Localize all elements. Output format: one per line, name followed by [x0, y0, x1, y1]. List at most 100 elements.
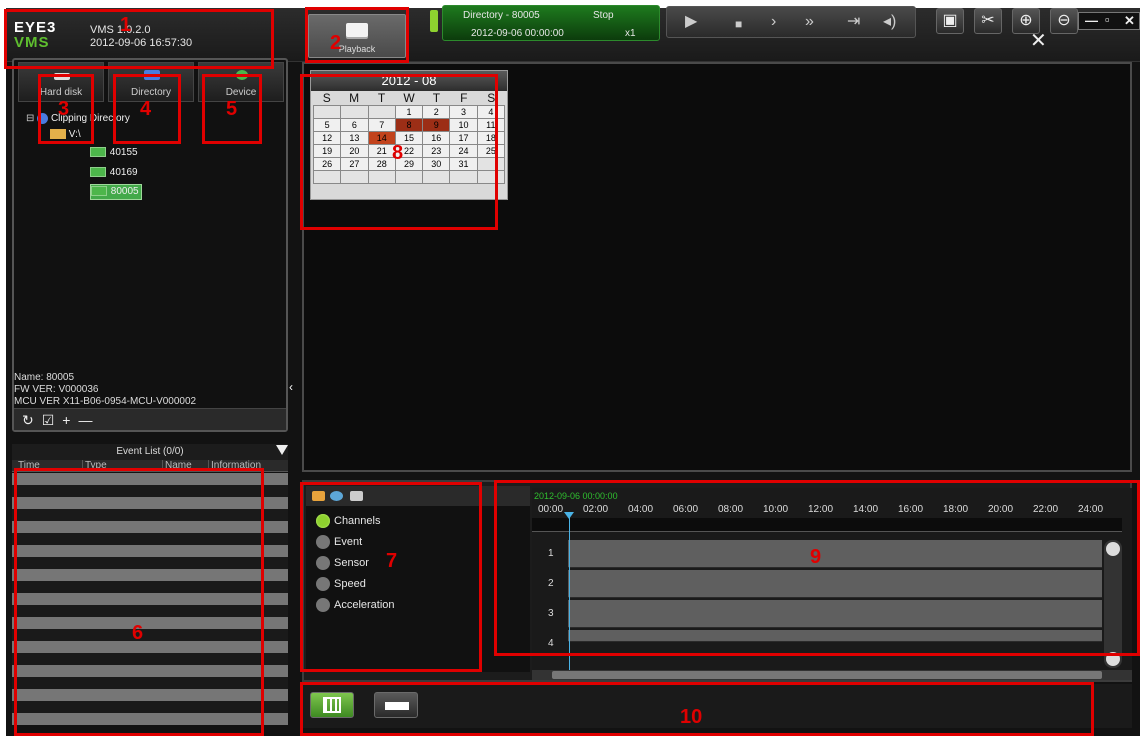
- timeline-track[interactable]: [568, 540, 1102, 568]
- skip-end-icon[interactable]: ⇥: [847, 13, 860, 31]
- timeline-cursor[interactable]: [569, 514, 570, 674]
- filter-speed[interactable]: Speed: [316, 577, 366, 592]
- filter-acceleration[interactable]: Acceleration: [316, 598, 395, 613]
- tree-device[interactable]: 40169: [90, 166, 138, 180]
- calendar-day[interactable]: 19: [314, 145, 342, 158]
- playback-tab[interactable]: Playback: [308, 14, 406, 58]
- filter-event[interactable]: Event: [316, 535, 362, 550]
- timeline-tick-label: 20:00: [988, 504, 1014, 515]
- calendar-day[interactable]: 9: [423, 119, 451, 132]
- tab-device[interactable]: Device: [198, 62, 284, 102]
- channel-tab-icon[interactable]: [312, 491, 325, 501]
- calendar-day[interactable]: 8: [395, 119, 424, 132]
- tree-device[interactable]: 40155: [90, 146, 138, 160]
- calendar-day[interactable]: 4: [477, 106, 505, 119]
- tab-device-label: Device: [225, 87, 257, 98]
- calendar-day[interactable]: 17: [450, 132, 478, 145]
- calendar-empty-cell: [314, 171, 342, 184]
- collapse-icon[interactable]: ⊟: [26, 113, 34, 124]
- refresh-icon[interactable]: ↻: [22, 412, 42, 428]
- add-icon[interactable]: +: [62, 412, 78, 428]
- horizontal-scrollbar[interactable]: [532, 670, 1132, 680]
- timeline-track[interactable]: [568, 570, 1102, 598]
- minimize-icon[interactable]: —: [1085, 13, 1098, 28]
- zoom-in-button[interactable]: ⊕: [1012, 8, 1040, 34]
- scroll-thumb[interactable]: [552, 671, 1102, 679]
- calendar-day[interactable]: 11: [477, 119, 505, 132]
- vertical-scrollbar[interactable]: [1104, 540, 1122, 668]
- calendar-day[interactable]: 27: [341, 158, 369, 171]
- status-indicator: [430, 10, 438, 32]
- calendar-day[interactable]: 18: [477, 132, 505, 145]
- calendar-day[interactable]: 1: [395, 106, 424, 119]
- panel-collapse-icon[interactable]: ‹: [289, 380, 293, 394]
- column-name[interactable]: Name: [162, 460, 192, 472]
- calendar-day[interactable]: 12: [314, 132, 342, 145]
- calendar-day[interactable]: 16: [423, 132, 451, 145]
- event-list-title: Event List (0/0): [12, 444, 288, 460]
- tree-drive[interactable]: V:\: [50, 128, 81, 142]
- film-button[interactable]: [374, 692, 418, 718]
- check-icon[interactable]: ☑: [42, 412, 63, 428]
- filter-label: Channels: [334, 515, 381, 527]
- scroll-down-icon[interactable]: [1106, 652, 1120, 666]
- timeline-tick-label: 08:00: [718, 504, 744, 515]
- tree-toolbar: ↻☑+—: [14, 408, 286, 430]
- stop-icon[interactable]: ■: [735, 15, 742, 33]
- calendar-day[interactable]: 20: [341, 145, 369, 158]
- calendar-day[interactable]: 30: [423, 158, 451, 171]
- timeline-date: 2012-09-06 00:00:00: [534, 491, 618, 501]
- calendar-button[interactable]: [310, 692, 354, 718]
- calendar-day[interactable]: 2: [423, 106, 451, 119]
- volume-icon[interactable]: ◂): [883, 13, 896, 31]
- annotation-number: 4: [140, 98, 152, 120]
- calendar-day[interactable]: 5: [314, 119, 342, 132]
- calendar-day[interactable]: 26: [314, 158, 342, 171]
- column-type[interactable]: Type: [82, 460, 107, 472]
- filter-icon[interactable]: [276, 445, 288, 455]
- close-icon[interactable]: ✕: [1124, 13, 1135, 29]
- tree-device-selected[interactable]: 80005: [90, 184, 142, 200]
- calendar-day[interactable]: 23: [423, 145, 451, 158]
- play-icon[interactable]: ▶: [685, 13, 697, 31]
- tree-root[interactable]: ⊟ Clipping Directory: [26, 112, 130, 126]
- calendar-day[interactable]: 24: [450, 145, 478, 158]
- calendar-day[interactable]: 10: [450, 119, 478, 132]
- remove-icon[interactable]: —: [78, 412, 100, 428]
- column-information[interactable]: Information: [208, 460, 261, 472]
- timeline-ruler[interactable]: [532, 518, 1122, 532]
- calendar-day[interactable]: 31: [450, 158, 478, 171]
- snapshot-button[interactable]: ▣: [936, 8, 964, 34]
- tab-hard-disk[interactable]: Hard disk: [18, 62, 104, 102]
- tree-device-label: 80005: [110, 186, 139, 197]
- filter-label: Sensor: [334, 557, 369, 569]
- calendar-day[interactable]: 13: [341, 132, 369, 145]
- column-time[interactable]: Time: [16, 460, 40, 472]
- calendar-day[interactable]: 3: [450, 106, 478, 119]
- step-forward-icon[interactable]: ›: [771, 13, 776, 31]
- timeline-track[interactable]: [568, 630, 1102, 642]
- folder-icon: [50, 129, 66, 140]
- filter-sensor[interactable]: Sensor: [316, 556, 369, 571]
- calendar-empty-cell: [395, 171, 424, 184]
- restore-icon[interactable]: ▫: [1105, 12, 1110, 27]
- file-tab-icon[interactable]: [350, 491, 363, 501]
- calendar-day[interactable]: 7: [368, 119, 396, 132]
- event-list[interactable]: [12, 473, 288, 725]
- calendar-day[interactable]: 25: [477, 145, 505, 158]
- fast-forward-icon[interactable]: »: [805, 13, 814, 31]
- clip-button[interactable]: ✂: [974, 8, 1002, 34]
- radio-off-icon: [316, 535, 330, 550]
- zoom-out-button[interactable]: ⊖: [1050, 8, 1078, 34]
- scroll-up-icon[interactable]: [1106, 542, 1120, 556]
- timeline[interactable]: 2012-09-06 00:00:00 00:00 02:00 04:00 06:00…: [532, 488, 1132, 680]
- timeline-track[interactable]: [568, 600, 1102, 628]
- filter-channels[interactable]: Channels: [316, 514, 381, 529]
- globe-icon: [37, 112, 49, 124]
- timeline-tick-label: 04:00: [628, 504, 654, 515]
- calendar-day[interactable]: 6: [341, 119, 369, 132]
- tab-directory[interactable]: Directory: [108, 62, 194, 102]
- map-tab-icon[interactable]: [330, 491, 343, 501]
- status-source: Directory - 80005: [463, 10, 540, 21]
- calendar-month[interactable]: 2012 - 08: [311, 71, 507, 91]
